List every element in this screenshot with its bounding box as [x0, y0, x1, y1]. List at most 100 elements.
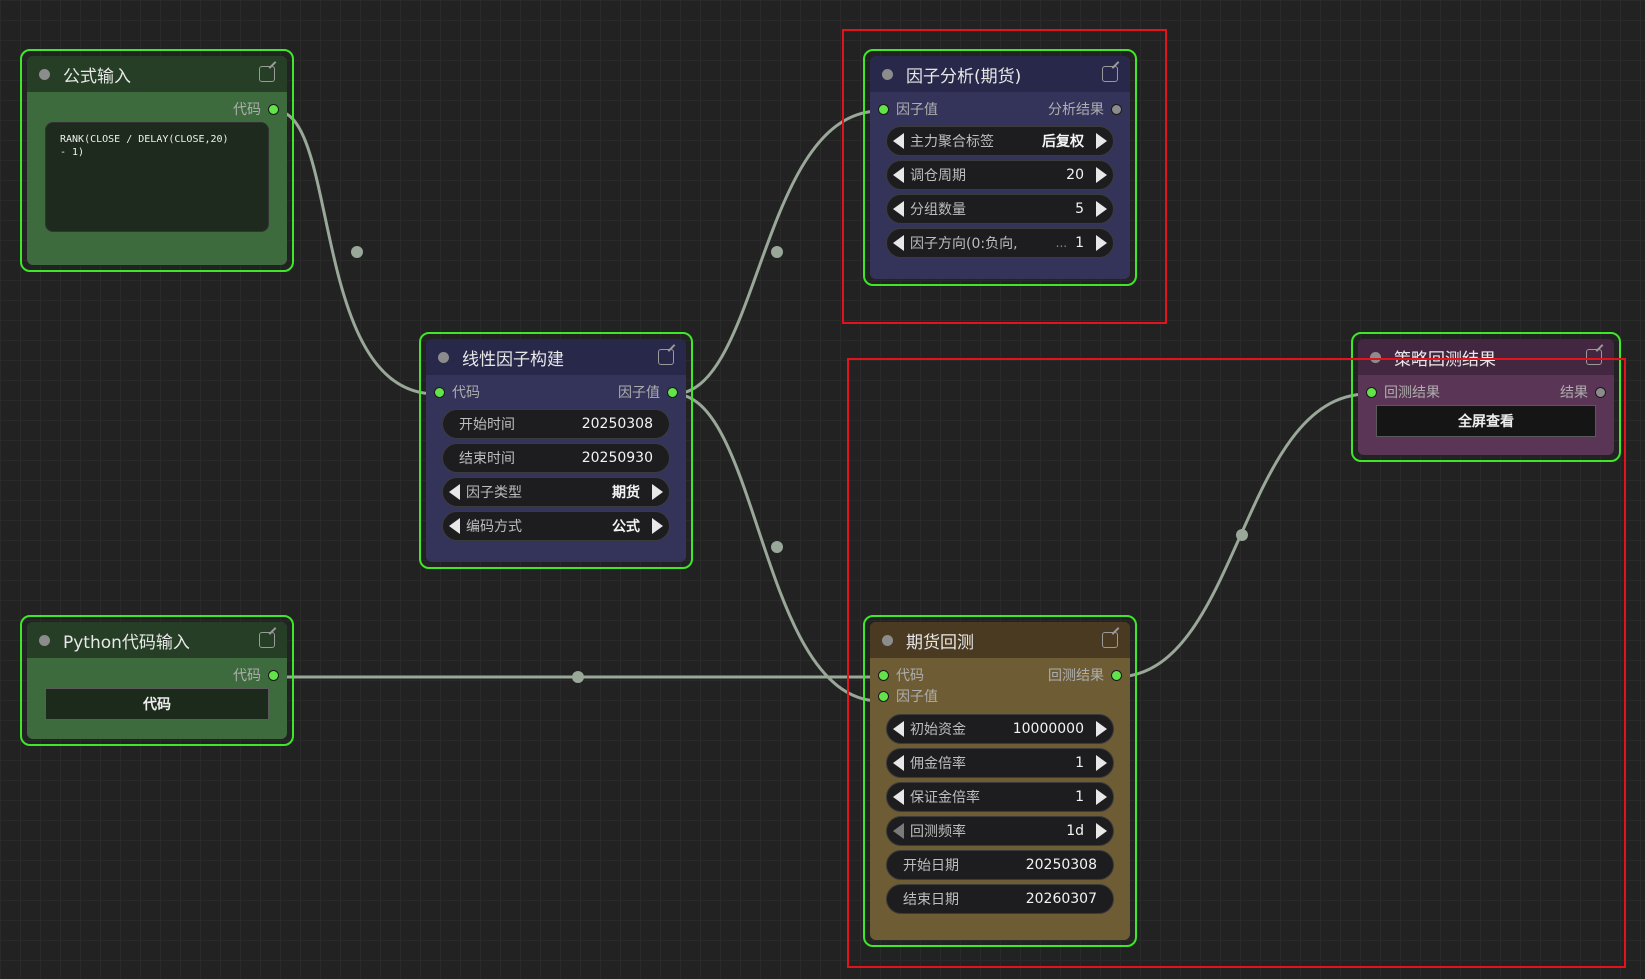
- node-factor-analysis[interactable]: 因子分析(期货) 因子值 分析结果 主力聚合标签 后复权 调仓周期 20 分组数…: [863, 49, 1137, 286]
- field-value: 10000000: [1012, 721, 1084, 737]
- arrow-left-icon[interactable]: [893, 789, 904, 805]
- arrow-right-icon[interactable]: [1096, 823, 1107, 839]
- node-header[interactable]: 因子分析(期货): [870, 56, 1130, 92]
- margin-ratio-number[interactable]: 保证金倍率 1: [886, 782, 1114, 812]
- arrow-left-icon[interactable]: [893, 755, 904, 771]
- arrow-left-icon[interactable]: [893, 133, 904, 149]
- node-ports: 代码 因子值: [426, 375, 686, 405]
- edit-icon[interactable]: [658, 349, 674, 365]
- input-dot-icon[interactable]: [1366, 386, 1377, 398]
- node-header[interactable]: 线性因子构建: [426, 339, 686, 375]
- arrow-right-icon[interactable]: [652, 518, 663, 534]
- output-port[interactable]: 代码: [233, 99, 279, 119]
- status-dot-icon: [882, 634, 893, 646]
- arrow-left-icon[interactable]: [893, 167, 904, 183]
- arrow-right-icon[interactable]: [1096, 721, 1107, 737]
- node-python-input[interactable]: Python代码输入 代码 代码: [20, 615, 294, 746]
- input-port[interactable]: 因子值: [878, 99, 938, 119]
- commission-ratio-number[interactable]: 佣金倍率 1: [886, 748, 1114, 778]
- field-label: 回测频率: [910, 824, 966, 840]
- link-linear-to-backtest: [673, 392, 881, 703]
- backtest-frequency-combo[interactable]: 回测频率 1d: [886, 816, 1114, 846]
- arrow-right-icon[interactable]: [1096, 755, 1107, 771]
- arrow-right-icon[interactable]: [1096, 201, 1107, 217]
- output-dot-icon[interactable]: [667, 386, 678, 398]
- output-port[interactable]: 代码: [233, 665, 279, 685]
- input-dot-icon[interactable]: [878, 690, 889, 702]
- node-ports: 因子值 分析结果: [870, 92, 1130, 122]
- output-dot-icon[interactable]: [268, 669, 279, 681]
- input-port[interactable]: 回测结果: [1366, 382, 1440, 402]
- edit-icon[interactable]: [259, 66, 275, 82]
- link-backtest-to-result: [1115, 392, 1369, 679]
- link-midpoint: [572, 671, 584, 683]
- arrow-right-icon[interactable]: [1096, 789, 1107, 805]
- field-label: 初始资金: [910, 722, 966, 738]
- output-port[interactable]: 分析结果: [1048, 99, 1122, 119]
- output-port[interactable]: 结果: [1560, 382, 1606, 402]
- node-linear-factor[interactable]: 线性因子构建 代码 因子值 开始时间 20250308 结束时间 2025093…: [419, 332, 693, 569]
- node-body: Python代码输入 代码 代码: [27, 622, 287, 739]
- arrow-left-icon[interactable]: [449, 518, 460, 534]
- arrow-left-icon[interactable]: [893, 823, 904, 839]
- edit-icon[interactable]: [259, 632, 275, 648]
- node-futures-backtest[interactable]: 期货回测 代码 回测结果 因子值 初始资金 10000000 佣金倍率 1 保证…: [863, 615, 1137, 947]
- field-label: 调仓周期: [910, 168, 966, 184]
- factor-type-combo[interactable]: 因子类型 期货: [442, 477, 670, 507]
- node-header[interactable]: 策略回测结果: [1358, 339, 1614, 375]
- input-port[interactable]: 因子值: [878, 686, 938, 706]
- node-header[interactable]: 公式输入: [27, 56, 287, 92]
- initial-capital-number[interactable]: 初始资金 10000000: [886, 714, 1114, 744]
- arrow-right-icon[interactable]: [1096, 133, 1107, 149]
- main-contract-label-combo[interactable]: 主力聚合标签 后复权: [886, 126, 1114, 156]
- arrow-left-icon[interactable]: [893, 235, 904, 251]
- arrow-left-icon[interactable]: [449, 484, 460, 500]
- input-port[interactable]: 代码: [434, 382, 480, 402]
- formula-code-textarea[interactable]: RANK(CLOSE / DELAY(CLOSE,20) - 1): [45, 122, 269, 232]
- link-midpoint: [351, 246, 363, 258]
- end-time-field[interactable]: 结束时间 20250930: [442, 443, 670, 473]
- input-label: 回测结果: [1384, 385, 1440, 401]
- field-value: 5: [1075, 201, 1084, 217]
- start-time-field[interactable]: 开始时间 20250308: [442, 409, 670, 439]
- output-dot-icon[interactable]: [1595, 386, 1606, 398]
- output-dot-icon[interactable]: [268, 103, 279, 115]
- status-dot-icon: [438, 351, 449, 363]
- input-label: 因子值: [896, 689, 938, 705]
- output-dot-icon[interactable]: [1111, 669, 1122, 681]
- input-dot-icon[interactable]: [434, 386, 445, 398]
- arrow-right-icon[interactable]: [652, 484, 663, 500]
- start-date-field[interactable]: 开始日期 20250308: [886, 850, 1114, 880]
- end-date-field[interactable]: 结束日期 20260307: [886, 884, 1114, 914]
- node-formula-input[interactable]: 公式输入 代码 RANK(CLOSE / DELAY(CLOSE,20) - 1…: [20, 49, 294, 272]
- edit-icon[interactable]: [1102, 632, 1118, 648]
- node-strategy-result[interactable]: 策略回测结果 回测结果 结果 全屏查看: [1351, 332, 1621, 462]
- arrow-left-icon[interactable]: [893, 201, 904, 217]
- field-value: 20250308: [1025, 857, 1097, 873]
- arrow-right-icon[interactable]: [1096, 235, 1107, 251]
- input-dot-icon[interactable]: [878, 103, 889, 115]
- field-value: 20: [1066, 167, 1084, 183]
- field-label: 开始日期: [903, 858, 959, 874]
- link-linear-to-analysis: [673, 109, 881, 396]
- field-value: 1d: [1066, 823, 1084, 839]
- rebalance-period-number[interactable]: 调仓周期 20: [886, 160, 1114, 190]
- arrow-right-icon[interactable]: [1096, 167, 1107, 183]
- edit-icon[interactable]: [1586, 349, 1602, 365]
- arrow-left-icon[interactable]: [893, 721, 904, 737]
- field-label: 分组数量: [910, 202, 966, 218]
- node-header[interactable]: Python代码输入: [27, 622, 287, 658]
- input-dot-icon[interactable]: [878, 669, 889, 681]
- encode-mode-combo[interactable]: 编码方式 公式: [442, 511, 670, 541]
- output-dot-icon[interactable]: [1111, 103, 1122, 115]
- field-value: 1: [1075, 235, 1084, 251]
- field-label: 主力聚合标签: [910, 134, 994, 150]
- code-button[interactable]: 代码: [45, 688, 269, 720]
- edit-icon[interactable]: [1102, 66, 1118, 82]
- link-formula-to-linear: [275, 109, 437, 396]
- factor-direction-number[interactable]: 因子方向(0:负向, ... 1: [886, 228, 1114, 258]
- node-header[interactable]: 期货回测: [870, 622, 1130, 658]
- group-count-number[interactable]: 分组数量 5: [886, 194, 1114, 224]
- output-port[interactable]: 因子值: [618, 382, 678, 402]
- fullscreen-view-button[interactable]: 全屏查看: [1376, 405, 1596, 437]
